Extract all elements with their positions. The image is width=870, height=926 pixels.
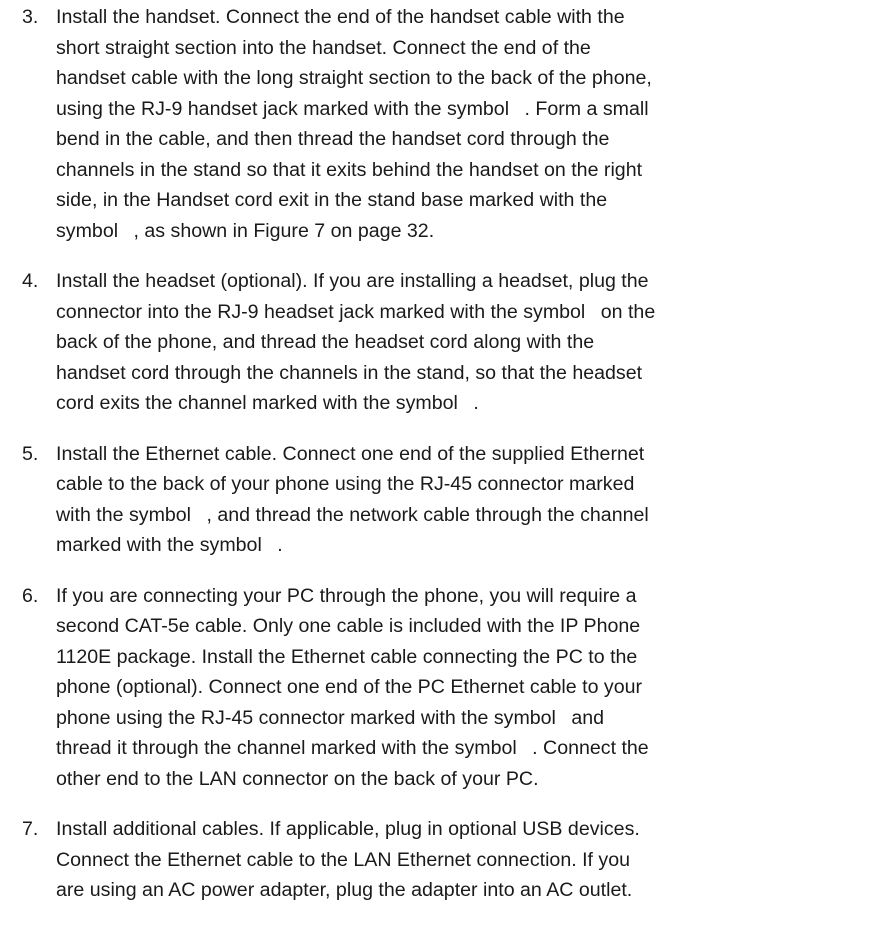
line-text: and (571, 706, 605, 729)
step-line: cable to the back of your phone using th… (56, 473, 635, 495)
line-text: . Form a small (524, 97, 649, 120)
step-number: 5. (22, 442, 39, 465)
step-line: using the RJ-9 handset jack marked with … (56, 94, 870, 125)
step-number: 7. (22, 818, 39, 840)
step-4: 4. Install the headset (optional). If yo… (0, 266, 870, 419)
step-line: Connect the Ethernet cable to the LAN Et… (56, 848, 631, 871)
step-line: second CAT-5e cable. Only one cable is i… (56, 615, 641, 637)
line-text: phone using the RJ-45 connector marked w… (56, 706, 562, 729)
step-line: thread it through the channel marked wit… (56, 733, 870, 764)
step-line: phone using the RJ-45 connector marked w… (56, 703, 870, 734)
step-5: 5. Install the Ethernet cable. Connect o… (0, 439, 870, 561)
step-line: other end to the LAN connector on the ba… (56, 767, 539, 790)
document-page: 3. Install the handset. Connect the end … (0, 2, 870, 926)
step-line: handset cable with the long straight sec… (56, 67, 652, 89)
step-7: 7. Install additional cables. If applica… (0, 814, 870, 906)
step-3: 3. Install the handset. Connect the end … (0, 2, 870, 246)
line-text: , and thread the network cable through t… (206, 503, 649, 526)
step-line: handset cord through the channels in the… (56, 361, 643, 384)
line-text: marked with the symbol (56, 534, 268, 556)
step-line: bend in the cable, and then thread the h… (56, 128, 610, 150)
step-line: Install the Ethernet cable. Connect one … (56, 442, 645, 465)
step-line: 1120E package. Install the Ethernet cabl… (56, 645, 638, 668)
step-line: side, in the Handset cord exit in the st… (56, 189, 608, 211)
line-text: connector into the RJ-9 headset jack mar… (56, 300, 591, 323)
line-text: , as shown in Figure 7 on page 32. (133, 219, 435, 242)
line-text: using the RJ-9 handset jack marked with … (56, 97, 515, 120)
step-number: 3. (22, 6, 39, 28)
step-line: channels in the stand so that it exits b… (56, 158, 643, 181)
step-line: phone (optional). Connect one end of the… (56, 676, 643, 698)
line-text: on the (600, 300, 656, 323)
step-line: short straight section into the handset.… (56, 36, 591, 59)
step-line: symbol , as shown in Figure 7 on page 32… (56, 216, 870, 247)
step-line: back of the phone, and thread the headse… (56, 331, 595, 353)
step-6: 6. If you are connecting your PC through… (0, 581, 870, 795)
step-line: Install the handset. Connect the end of … (56, 6, 625, 28)
step-line: If you are connecting your PC through th… (56, 584, 637, 607)
line-text: . Connect the (532, 737, 649, 759)
line-text: symbol (56, 219, 124, 242)
step-line: Install the headset (optional). If you a… (56, 270, 649, 292)
line-text: thread it through the channel marked wit… (56, 737, 523, 759)
step-line: are using an AC power adapter, plug the … (56, 879, 633, 901)
line-text: . (277, 534, 283, 556)
step-number: 6. (22, 584, 39, 607)
step-line: with the symbol , and thread the network… (56, 500, 870, 531)
line-text: cord exits the channel marked with the s… (56, 392, 464, 414)
step-line: Install additional cables. If applicable… (56, 818, 640, 840)
line-text: with the symbol (56, 503, 197, 526)
step-line: connector into the RJ-9 headset jack mar… (56, 297, 870, 328)
step-number: 4. (22, 270, 39, 292)
line-text: . (473, 392, 479, 414)
step-line: cord exits the channel marked with the s… (56, 388, 870, 419)
step-line: marked with the symbol . (56, 530, 870, 561)
